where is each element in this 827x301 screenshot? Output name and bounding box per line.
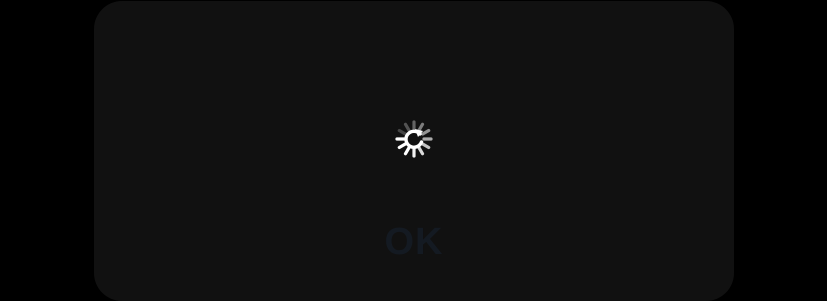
ok-button[interactable]: OK <box>94 221 734 264</box>
spinner-icon <box>395 120 433 158</box>
